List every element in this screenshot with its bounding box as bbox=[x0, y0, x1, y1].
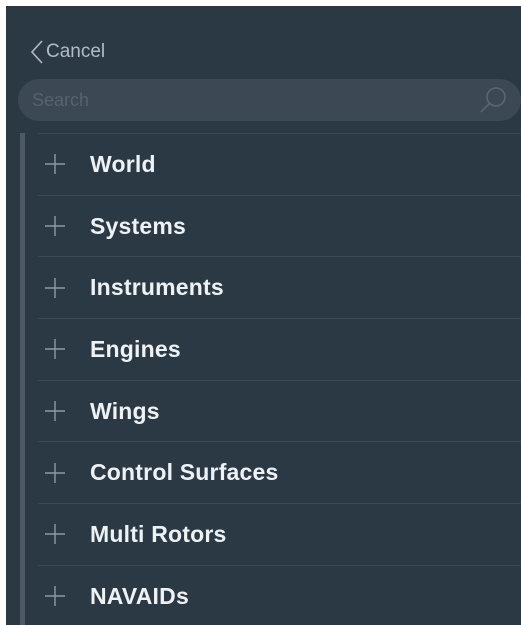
plus-icon bbox=[45, 216, 65, 237]
category-label: Systems bbox=[90, 212, 187, 239]
search-bar[interactable] bbox=[18, 79, 521, 121]
category-panel: Cancel World Systems bbox=[6, 6, 521, 625]
cancel-label: Cancel bbox=[46, 41, 106, 62]
category-label: World bbox=[90, 150, 156, 177]
search-icon[interactable] bbox=[477, 85, 509, 115]
plus-icon bbox=[45, 586, 65, 607]
category-item-engines[interactable]: Engines bbox=[38, 319, 521, 381]
category-item-control-surfaces[interactable]: Control Surfaces bbox=[38, 442, 521, 505]
plus-icon bbox=[45, 462, 65, 483]
category-item-systems[interactable]: Systems bbox=[38, 196, 521, 258]
category-item-wings[interactable]: Wings bbox=[38, 381, 521, 443]
plus-icon bbox=[45, 339, 65, 360]
search-input[interactable] bbox=[32, 79, 472, 121]
category-label: Wings bbox=[90, 397, 160, 424]
category-label: Engines bbox=[90, 335, 181, 362]
category-item-navaids[interactable]: NAVAIDs bbox=[38, 566, 521, 625]
chevron-left-icon bbox=[30, 40, 43, 64]
category-item-instruments[interactable]: Instruments bbox=[38, 257, 521, 320]
category-list: World Systems Instruments Engines Wings … bbox=[38, 134, 521, 625]
plus-icon bbox=[45, 277, 65, 298]
category-label: Instruments bbox=[90, 274, 224, 301]
plus-icon bbox=[45, 401, 65, 422]
cancel-button[interactable]: Cancel bbox=[30, 36, 105, 68]
plus-icon bbox=[45, 154, 65, 175]
category-item-multi-rotors[interactable]: Multi Rotors bbox=[38, 504, 521, 566]
category-label: NAVAIDs bbox=[90, 582, 189, 609]
category-label: Control Surfaces bbox=[90, 459, 279, 486]
category-item-world[interactable]: World bbox=[38, 134, 521, 196]
plus-icon bbox=[45, 524, 65, 545]
category-label: Multi Rotors bbox=[90, 520, 227, 547]
scroll-rail[interactable] bbox=[20, 133, 25, 625]
